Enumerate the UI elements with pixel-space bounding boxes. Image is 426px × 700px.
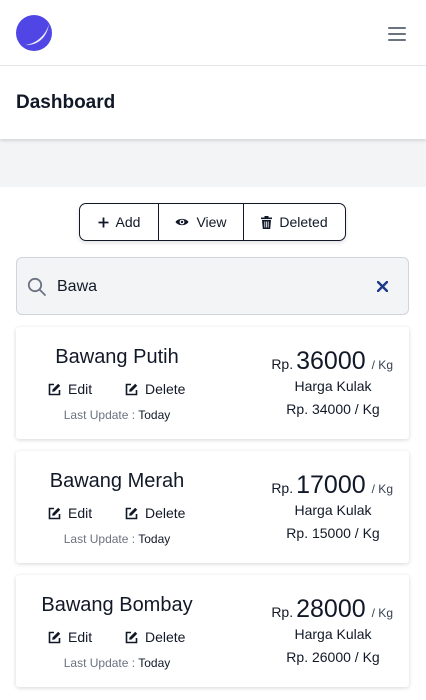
content-band	[0, 139, 426, 187]
edit-icon	[48, 383, 61, 395]
search-icon	[27, 277, 46, 296]
search-input[interactable]	[57, 275, 357, 299]
selling-price: Rp. 36000 / Kg	[271, 347, 393, 376]
last-update-label: Last Update :	[63, 532, 136, 546]
edit-button[interactable]: Edit	[48, 629, 92, 645]
last-update: Last Update : Today	[16, 656, 218, 670]
harga-kulak-label: Harga Kulak	[294, 378, 372, 394]
deleted-button[interactable]: Deleted	[243, 204, 345, 240]
unit-label: / Kg	[371, 358, 393, 372]
last-update-value: Today	[138, 532, 171, 546]
currency-label: Rp.	[271, 480, 294, 496]
eye-icon	[175, 218, 189, 226]
price-value: 28000	[296, 595, 366, 623]
trash-icon	[261, 215, 273, 229]
menu-icon[interactable]	[386, 24, 408, 42]
harga-kulak-value: Rp. 26000 / Kg	[286, 649, 380, 665]
last-update-label: Last Update :	[63, 408, 136, 422]
edit-button[interactable]: Edit	[48, 381, 92, 397]
delete-button[interactable]: Delete	[125, 505, 185, 521]
page-header: Dashboard	[0, 66, 426, 139]
page-title: Dashboard	[16, 92, 116, 113]
last-update-value: Today	[138, 656, 171, 670]
plus-icon	[98, 217, 109, 227]
view-button[interactable]: View	[158, 204, 243, 240]
selling-price: Rp. 28000 / Kg	[271, 595, 393, 624]
edit-label: Edit	[68, 505, 93, 521]
delete-button[interactable]: Delete	[125, 629, 185, 645]
product-name: Bawang Merah	[49, 470, 185, 492]
edit-label: Edit	[68, 629, 93, 645]
unit-label: / Kg	[371, 482, 393, 496]
harga-kulak-label: Harga Kulak	[294, 502, 372, 518]
delete-button[interactable]: Delete	[125, 381, 185, 397]
price-value: 36000	[296, 347, 366, 375]
edit-icon	[125, 507, 138, 519]
top-bar	[0, 0, 426, 66]
add-button-label: Add	[115, 214, 141, 230]
currency-label: Rp.	[271, 604, 294, 620]
edit-icon	[48, 507, 61, 519]
harga-kulak-value: Rp. 15000 / Kg	[286, 525, 380, 541]
deleted-button-label: Deleted	[279, 214, 328, 230]
product-name: Bawang Putih	[55, 346, 179, 368]
last-update: Last Update : Today	[16, 408, 218, 422]
edit-button[interactable]: Edit	[48, 505, 92, 521]
selling-price: Rp. 17000 / Kg	[271, 471, 393, 500]
product-name: Bawang Bombay	[41, 594, 193, 616]
harga-kulak-value: Rp. 34000 / Kg	[286, 401, 380, 417]
product-card: Bawang Merah Edit Delete Last Update : T…	[16, 451, 409, 563]
clear-search-icon[interactable]	[377, 281, 388, 292]
delete-label: Delete	[145, 629, 186, 645]
price-value: 17000	[296, 471, 366, 499]
harga-kulak-label: Harga Kulak	[294, 626, 372, 642]
last-update-label: Last Update :	[63, 656, 136, 670]
add-button[interactable]: Add	[80, 204, 158, 240]
view-button-label: View	[196, 214, 227, 230]
currency-label: Rp.	[271, 356, 294, 372]
edit-icon	[125, 383, 138, 395]
last-update: Last Update : Today	[16, 532, 218, 546]
product-card: Bawang Putih Edit Delete Last Update : T…	[16, 327, 409, 439]
delete-label: Delete	[145, 505, 186, 521]
edit-label: Edit	[68, 381, 93, 397]
action-button-group: Add View Deleted	[79, 203, 346, 241]
last-update-value: Today	[138, 408, 171, 422]
search-bar	[16, 257, 409, 315]
delete-label: Delete	[145, 381, 186, 397]
edit-icon	[48, 631, 61, 643]
product-card: Bawang Bombay Edit Delete Last Update : …	[16, 575, 409, 687]
unit-label: / Kg	[371, 606, 393, 620]
logo-icon[interactable]	[16, 15, 52, 51]
edit-icon	[125, 631, 138, 643]
